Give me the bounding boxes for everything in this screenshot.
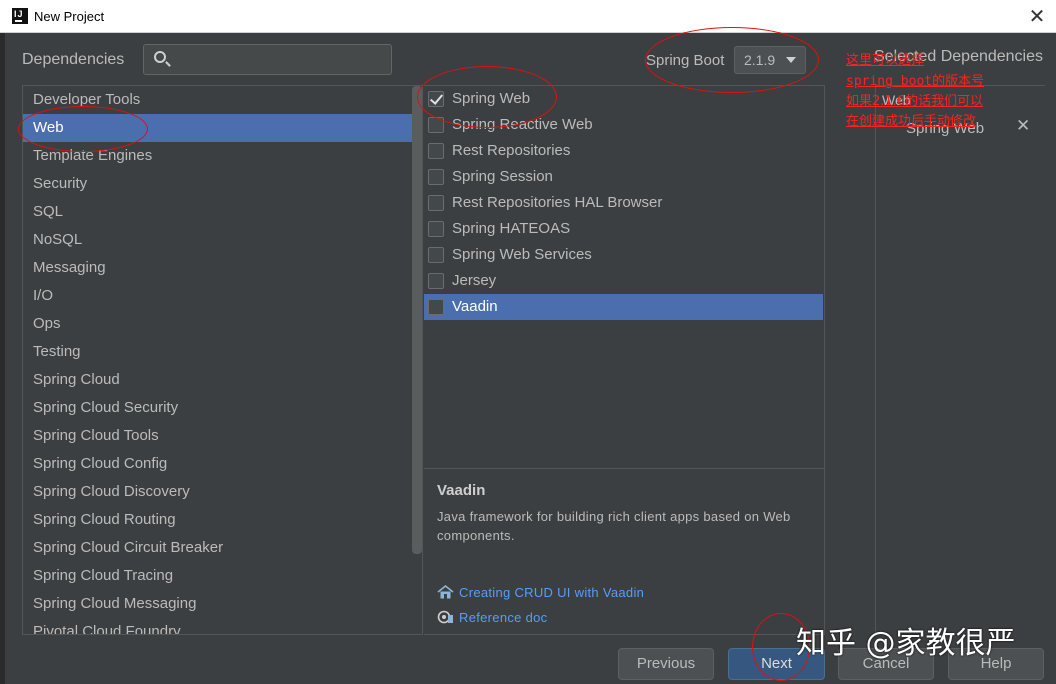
checkbox[interactable] <box>428 169 444 185</box>
remove-dependency-icon[interactable]: ✕ <box>1016 116 1030 136</box>
dependency-row[interactable]: Rest Repositories HAL Browser <box>424 190 823 216</box>
annotation-line-3: 如果2.1.6的话我们可以 <box>846 94 984 109</box>
dependency-label: Spring Web Services <box>452 246 592 263</box>
dependency-list: Spring Web Spring Reactive Web Rest Reposi… <box>424 85 825 469</box>
category-scrollbar[interactable] <box>412 86 422 554</box>
category-item[interactable]: Spring Cloud Routing <box>23 506 422 534</box>
checkbox[interactable] <box>428 299 444 315</box>
dependency-label: Rest Repositories <box>452 142 571 159</box>
checkbox[interactable] <box>428 273 444 289</box>
selected-dependencies-panel: Web Spring Web ✕ <box>875 85 1045 635</box>
watermark: 知乎 @家教很严 <box>796 626 1016 661</box>
category-item[interactable]: Pivotal Cloud Foundry <box>23 618 422 634</box>
category-item[interactable]: Messaging <box>23 254 422 282</box>
dependency-label: Spring Web <box>452 90 531 107</box>
dependency-row[interactable]: Vaadin <box>424 294 823 320</box>
chevron-down-icon <box>786 57 796 63</box>
dependency-row[interactable]: Spring Web <box>424 86 823 112</box>
intellij-app-icon: IJ <box>12 8 28 24</box>
dependency-label: Jersey <box>452 272 497 289</box>
window-title: New Project <box>34 9 105 24</box>
annotation-line-2: spring boot的版本号 <box>846 74 985 89</box>
checkbox-checked[interactable] <box>428 91 444 107</box>
category-item[interactable]: Spring Cloud <box>23 366 422 394</box>
search-icon <box>154 51 166 63</box>
window-titlebar: IJ New Project ✕ <box>0 0 1056 33</box>
dependency-row[interactable]: Spring Session <box>424 164 823 190</box>
reference-doc-icon <box>437 610 453 624</box>
category-item[interactable]: Spring Cloud Discovery <box>23 478 422 506</box>
dependency-description-panel: Vaadin Java framework for building rich … <box>424 469 825 635</box>
spring-boot-label: Spring Boot <box>646 52 725 69</box>
previous-button[interactable]: Previous <box>618 648 714 680</box>
home-icon <box>437 585 454 599</box>
category-item[interactable]: Developer Tools <box>23 86 422 114</box>
category-item[interactable]: Spring Cloud Tracing <box>23 562 422 590</box>
dependency-row[interactable]: Spring Web Services <box>424 242 823 268</box>
dependency-label: Rest Repositories HAL Browser <box>452 194 663 211</box>
description-text: Java framework for building rich client … <box>437 509 791 543</box>
checkbox[interactable] <box>428 221 444 237</box>
spring-boot-version-value: 2.1.9 <box>744 52 776 68</box>
dependency-row[interactable]: Rest Repositories <box>424 138 823 164</box>
category-item[interactable]: SQL <box>23 198 422 226</box>
close-icon[interactable]: ✕ <box>1024 3 1050 29</box>
search-input[interactable] <box>174 49 384 71</box>
dependencies-label: Dependencies <box>22 51 125 68</box>
category-item[interactable]: Spring Cloud Tools <box>23 422 422 450</box>
checkbox[interactable] <box>428 143 444 159</box>
spring-boot-version-select[interactable]: 2.1.9 <box>734 46 806 74</box>
category-item[interactable]: Template Engines <box>23 142 422 170</box>
category-item[interactable]: Spring Cloud Config <box>23 450 422 478</box>
crud-guide-link[interactable]: Creating CRUD UI with Vaadin <box>437 585 644 600</box>
reference-doc-link-label: Reference doc <box>459 610 548 625</box>
checkbox[interactable] <box>428 195 444 211</box>
category-item[interactable]: Spring Cloud Security <box>23 394 422 422</box>
dependency-label: Vaadin <box>452 298 498 315</box>
category-item[interactable]: I/O <box>23 282 422 310</box>
dependency-row[interactable]: Spring HATEOAS <box>424 216 823 242</box>
dependency-search-box[interactable] <box>143 44 392 75</box>
checkbox[interactable] <box>428 117 444 133</box>
dependency-label: Spring Reactive Web <box>452 116 593 133</box>
dependency-label: Spring HATEOAS <box>452 220 571 237</box>
annotation-line-4: 在创建成功后手动修改 <box>846 114 977 129</box>
category-item[interactable]: Ops <box>23 310 422 338</box>
dependency-label: Spring Session <box>452 168 553 185</box>
category-item[interactable]: Spring Cloud Messaging <box>23 590 422 618</box>
category-item[interactable]: Web <box>23 114 422 142</box>
category-item[interactable]: Security <box>23 170 422 198</box>
description-title: Vaadin <box>437 482 486 499</box>
dependency-row[interactable]: Jersey <box>424 268 823 294</box>
category-item[interactable]: Spring Cloud Circuit Breaker <box>23 534 422 562</box>
category-item[interactable]: NoSQL <box>23 226 422 254</box>
reference-doc-link[interactable]: Reference doc <box>437 610 547 625</box>
annotation-line-1: 这里可以选择 <box>846 53 925 68</box>
checkbox[interactable] <box>428 247 444 263</box>
crud-guide-link-label: Creating CRUD UI with Vaadin <box>459 585 645 600</box>
dependency-row[interactable]: Spring Reactive Web <box>424 112 823 138</box>
category-list: Developer Tools Web Template Engines Securi… <box>22 85 423 635</box>
category-item[interactable]: Testing <box>23 338 422 366</box>
